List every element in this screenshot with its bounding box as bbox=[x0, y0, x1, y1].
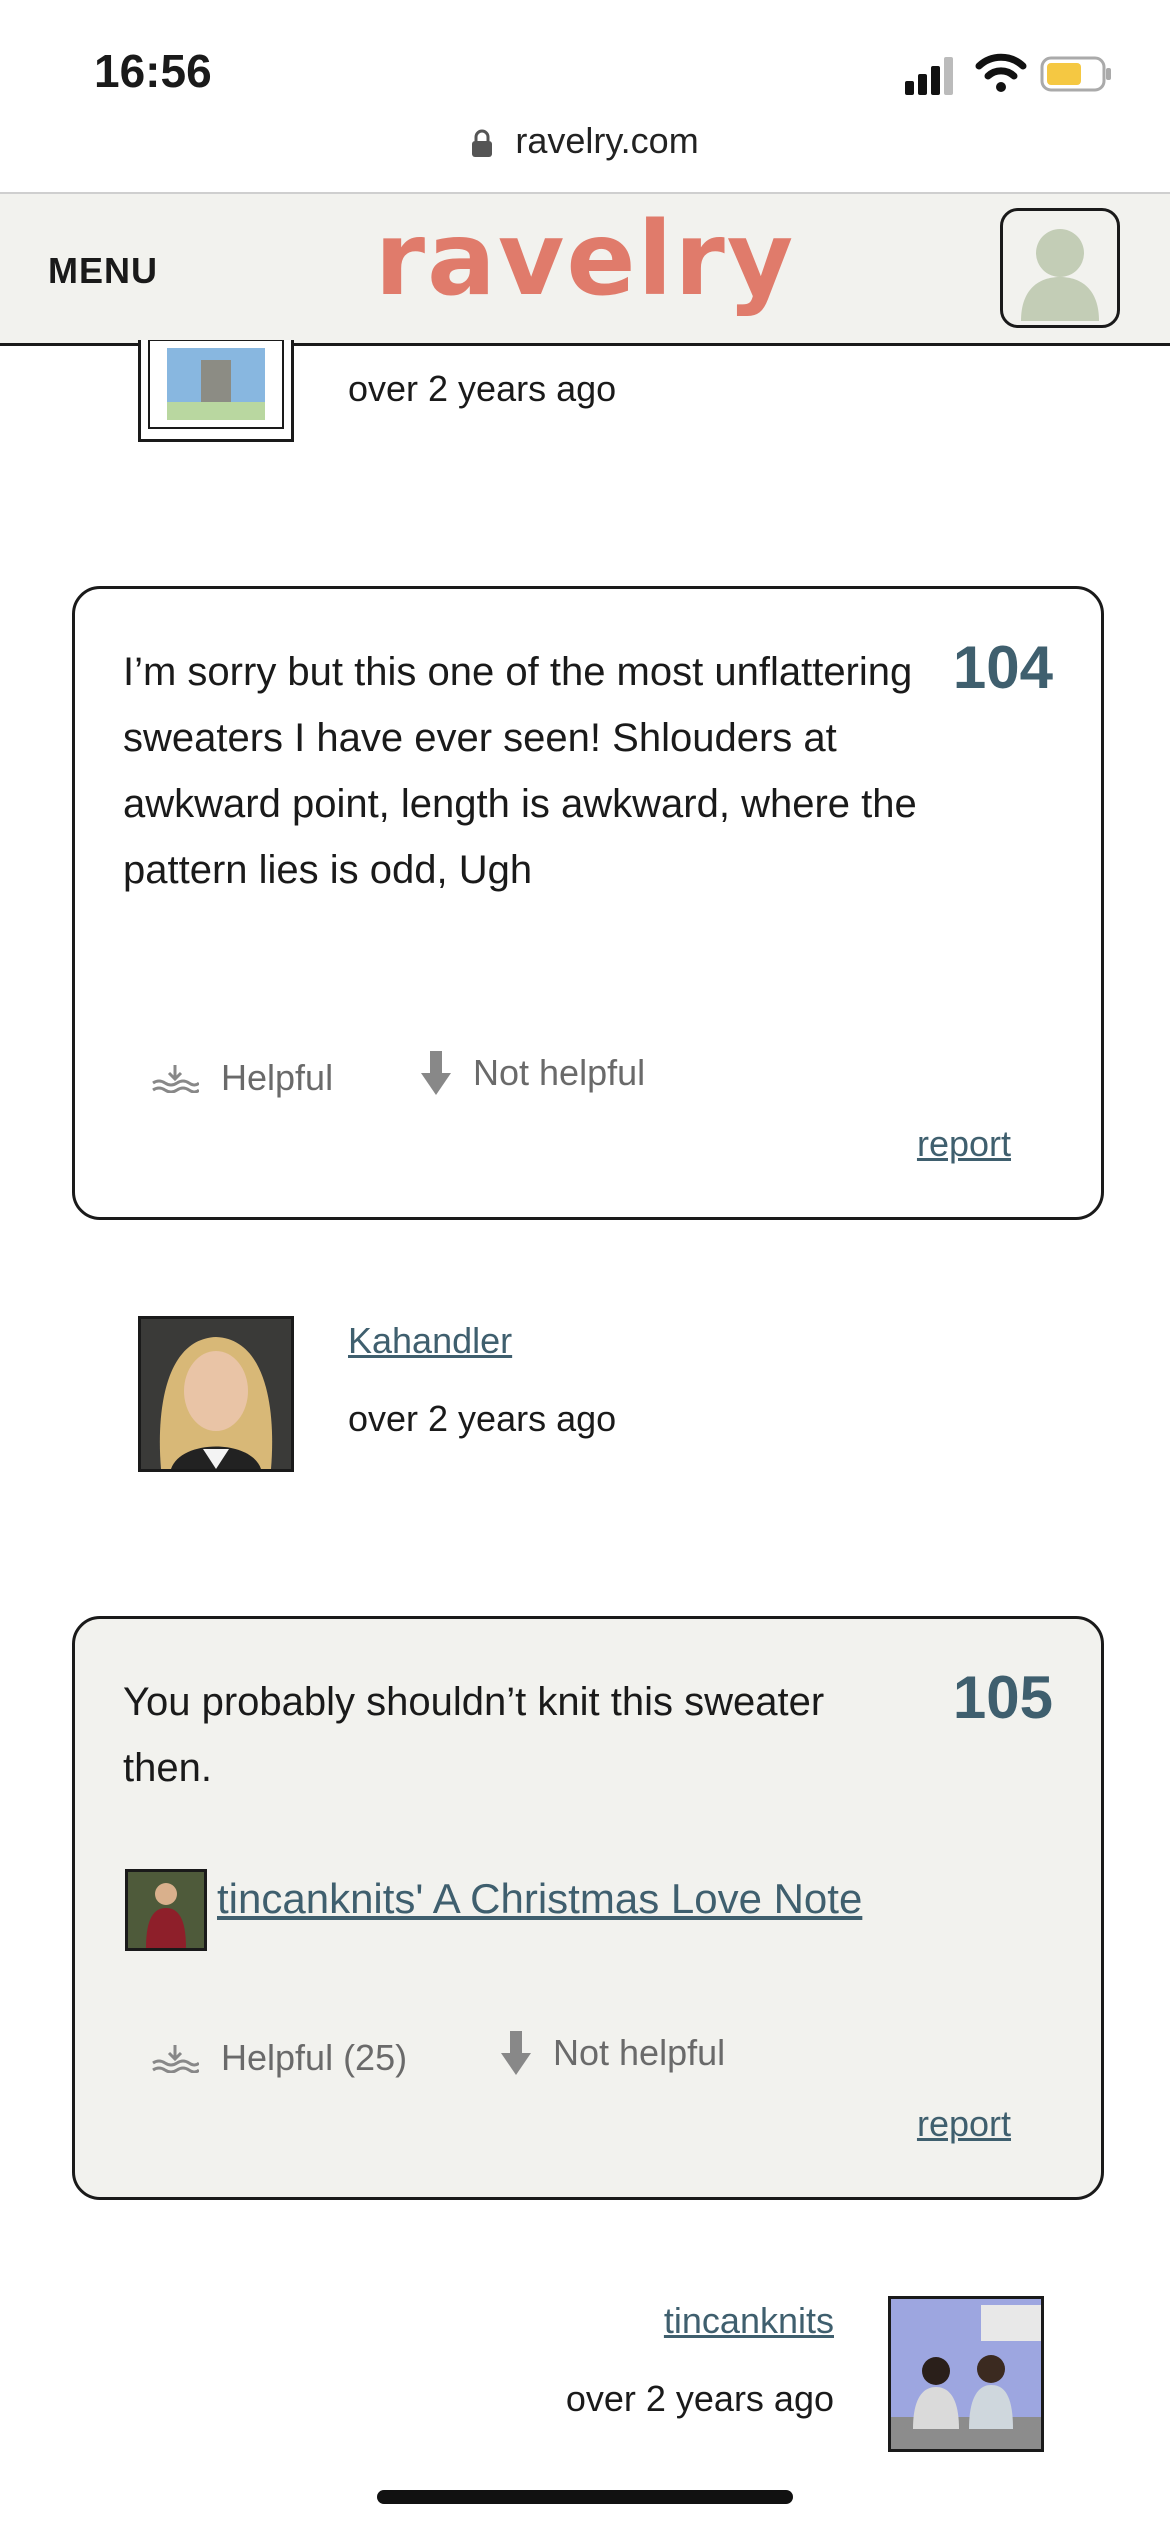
username-link[interactable]: tincanknits bbox=[664, 2300, 834, 2342]
avatar[interactable] bbox=[138, 339, 294, 442]
user-avatar-button[interactable] bbox=[1000, 208, 1120, 328]
url-text: ravelry.com bbox=[515, 120, 699, 161]
comment-time: over 2 years ago bbox=[348, 368, 617, 409]
report-link[interactable]: report bbox=[917, 2103, 1011, 2145]
status-time: 16:56 bbox=[94, 45, 212, 97]
avatar-image bbox=[141, 1319, 291, 1469]
not-helpful-button[interactable]: Not helpful bbox=[501, 2031, 725, 2075]
signal-icon bbox=[905, 57, 953, 95]
avatar-image bbox=[891, 2299, 1041, 2449]
report-link[interactable]: report bbox=[917, 1123, 1011, 1165]
home-indicator[interactable] bbox=[377, 2490, 793, 2504]
not-helpful-label: Not helpful bbox=[553, 2032, 726, 2073]
arrow-down-icon bbox=[421, 1051, 451, 1095]
ravelry-logo[interactable]: ravelry bbox=[0, 200, 1170, 319]
comment-card: You probably shouldn’t knit this sweater… bbox=[72, 1616, 1104, 2200]
not-helpful-label: Not helpful bbox=[473, 1052, 646, 1093]
helpful-icon bbox=[152, 1065, 199, 1093]
avatar-image bbox=[141, 339, 291, 436]
not-helpful-button[interactable]: Not helpful bbox=[421, 1051, 645, 1095]
arrow-down-icon bbox=[501, 2031, 531, 2075]
comment-number: 105 bbox=[952, 1664, 1053, 1731]
pattern-link[interactable]: tincanknits' A Christmas Love Note bbox=[217, 1875, 862, 1923]
helpful-icon bbox=[152, 2045, 199, 2073]
avatar[interactable] bbox=[888, 2296, 1044, 2452]
pattern-thumbnail[interactable] bbox=[125, 1869, 207, 1951]
helpful-label: Helpful (25) bbox=[221, 2037, 408, 2078]
default-avatar-icon bbox=[1021, 229, 1099, 321]
helpful-button[interactable]: Helpful bbox=[151, 1057, 333, 1099]
comment-time: over 2 years ago bbox=[565, 2378, 834, 2419]
avatar[interactable] bbox=[138, 1316, 294, 1472]
url-bar[interactable]: ravelry.com bbox=[0, 120, 1170, 162]
helpful-button[interactable]: Helpful (25) bbox=[151, 2037, 407, 2079]
comment-text: I’m sorry but this one of the most unfla… bbox=[123, 650, 917, 892]
pattern-image bbox=[128, 1872, 204, 1948]
comment-card: I’m sorry but this one of the most unfla… bbox=[72, 586, 1104, 1220]
lock-icon bbox=[472, 130, 493, 158]
username-link[interactable]: Kahandler bbox=[348, 1320, 512, 1362]
comment-number: 104 bbox=[952, 634, 1053, 701]
wifi-icon bbox=[975, 53, 1027, 92]
helpful-label: Helpful bbox=[221, 1057, 334, 1098]
comment-time: over 2 years ago bbox=[348, 1398, 617, 1439]
comment-text: You probably shouldn’t knit this sweater… bbox=[123, 1680, 825, 1790]
battery-icon bbox=[1040, 56, 1111, 92]
